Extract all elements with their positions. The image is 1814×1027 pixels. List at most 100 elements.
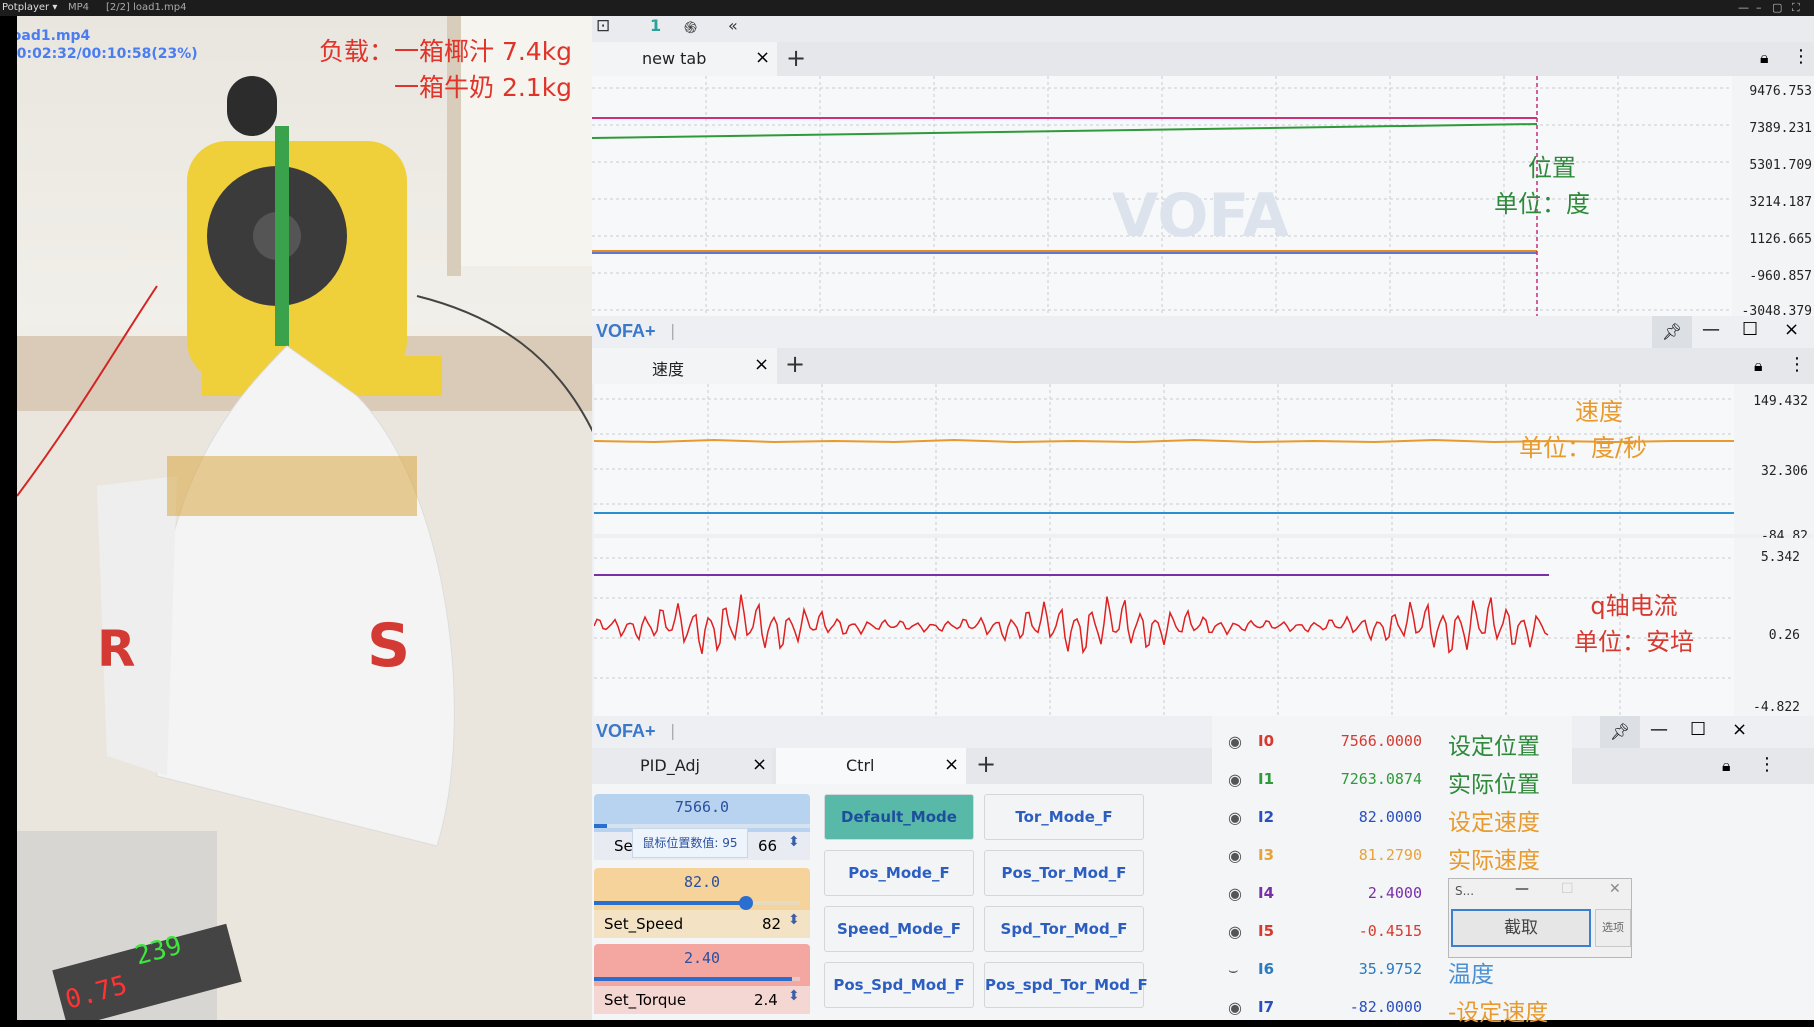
close-tab-icon[interactable]: ×	[755, 47, 770, 68]
lock-icon[interactable]: 🔒︎	[1722, 756, 1731, 776]
player-minimize-button[interactable]: –	[1756, 0, 1762, 16]
tab-speed[interactable]: 速度 ×	[592, 348, 777, 384]
current-annotation-unit: 单位：安培	[1574, 628, 1694, 656]
player-fullscreen-button[interactable]: ⛶	[1792, 0, 1800, 16]
speed-annotation-title: 速度	[1575, 398, 1623, 426]
eye-icon[interactable]: ◉	[1228, 732, 1242, 751]
player-menu[interactable]: Potplayer ▾	[2, 0, 57, 16]
spin-arrows-icon[interactable]: ⬍	[788, 834, 800, 850]
channel-annotation: 温度	[1448, 962, 1494, 988]
channel-value: -82.0000	[1349, 998, 1422, 1016]
eye-icon[interactable]: ◉	[1228, 998, 1242, 1017]
channel-list: ◉ I0 7566.0000 设定位置 ◉ I1 7263.0874 实际位置 ◉ I2 82.00…	[1212, 716, 1578, 1026]
eye-icon[interactable]: ◉	[1228, 846, 1242, 865]
pin-icon[interactable]: 📌︎	[1652, 316, 1692, 348]
default-mode-button[interactable]: Default_Mode	[824, 794, 974, 840]
maximize-button[interactable]: ☐	[1690, 719, 1706, 740]
spinbox[interactable]: 82	[762, 915, 781, 933]
more-icon[interactable]: ⋮	[1792, 46, 1810, 67]
spinbox[interactable]: 2.4	[754, 991, 778, 1009]
channel-1-icon[interactable]: 1	[650, 16, 661, 35]
video-frame[interactable]: S R load1.mp4 00:02:32/00:10:58(23%) 负载：…	[17, 16, 595, 1020]
slider-track[interactable]	[594, 901, 800, 905]
channel-row[interactable]: ◉ I3 81.2790 实际速度	[1212, 840, 1572, 874]
position-plot[interactable]: VOFA 位置 单位：度	[592, 76, 1732, 316]
pos-mode-button[interactable]: Pos_Mode_F	[824, 850, 974, 896]
channel-row[interactable]: ◉ I7 -82.0000 -设定速度	[1212, 992, 1572, 1026]
add-tab-icon[interactable]: +	[786, 44, 806, 72]
speed-plot[interactable]: 速度 单位：度/秒	[594, 384, 1734, 534]
position-pane: ⊡ 1 ֍ « new tab × + 🔒︎ ⋮ VOFA 位置 单位：度 94…	[592, 16, 1814, 319]
slider-label: Se	[614, 837, 633, 855]
close-button[interactable]: ×	[1784, 319, 1799, 340]
pos-spd-mode-button[interactable]: Pos_Spd_Mod_F	[824, 962, 974, 1008]
spd-tor-mode-button[interactable]: Spd_Tor_Mod_F	[984, 906, 1144, 952]
svg-text:R: R	[97, 620, 136, 678]
slider-footer: Set_Speed 82 ⬍	[594, 910, 810, 938]
close-tab-icon[interactable]: ×	[752, 754, 767, 775]
channel-value: 82.0000	[1358, 808, 1422, 826]
options-button[interactable]: 选项	[1595, 909, 1631, 947]
actual-position-line	[592, 123, 1538, 139]
minimize-button[interactable]: —	[1702, 319, 1720, 340]
lock-icon[interactable]: 🔒︎	[1760, 48, 1769, 68]
lock-icon[interactable]: 🔒︎	[1754, 356, 1763, 376]
current-plot[interactable]: q轴电流 单位：安培	[594, 538, 1734, 716]
maximize-button[interactable]: ☐	[1742, 319, 1758, 340]
channel-row[interactable]: ◉ I1 7263.0874 实际位置	[1212, 764, 1572, 798]
pos-tor-mode-button[interactable]: Pos_Tor_Mod_F	[984, 850, 1144, 896]
add-tab-icon[interactable]: +	[976, 750, 996, 778]
slider-set-speed[interactable]: 82.0 Set_Speed 82 ⬍	[594, 868, 810, 938]
close-tab-icon[interactable]: ×	[754, 354, 769, 375]
pane-title-bar: VOFA+ | 📌︎ — ☐ ×	[592, 316, 1814, 348]
title-separator: |	[670, 321, 676, 340]
tab-pid-adj[interactable]: PID_Adj ×	[592, 748, 772, 784]
spinbox[interactable]: 66	[758, 837, 777, 855]
minimize-button[interactable]: —	[1650, 719, 1668, 740]
eye-icon[interactable]: ◉	[1228, 922, 1242, 941]
slider-set-torque[interactable]: 2.40 Set_Torque 2.4 ⬍	[594, 944, 810, 1014]
tab-ctrl[interactable]: Ctrl ×	[776, 748, 966, 784]
channel-value: 7263.0874	[1340, 770, 1422, 788]
snip-maximize-button[interactable]: ☐	[1561, 881, 1574, 897]
vofa-watermark: VOFA	[1112, 181, 1289, 251]
control-pane: VOFA+ | PID_Adj × Ctrl × + 7566.0 Se 鼠标位…	[592, 716, 1814, 1026]
eye-icon[interactable]: ◉	[1228, 808, 1242, 827]
snip-close-button[interactable]: ✕	[1609, 881, 1621, 897]
spin-arrows-icon[interactable]: ⬍	[788, 988, 800, 1004]
more-icon[interactable]: ⋮	[1788, 354, 1806, 375]
slider-track[interactable]	[594, 977, 800, 981]
tab-new-tab[interactable]: new tab ×	[592, 42, 777, 76]
slider-knob[interactable]	[739, 896, 754, 910]
channel-annotation: -设定速度	[1448, 1000, 1549, 1026]
add-tab-icon[interactable]: +	[785, 350, 805, 378]
svg-text:S: S	[367, 611, 410, 681]
pos-spd-tor-mode-button[interactable]: Pos_spd_Tor_Mod_F	[984, 962, 1148, 1008]
channel-row[interactable]: ◉ I0 7566.0000 设定位置	[1212, 726, 1572, 760]
player-maximize-button[interactable]: ▢	[1772, 0, 1782, 16]
channel-row[interactable]: ◉ I2 82.0000 设定速度	[1212, 802, 1572, 836]
pin-icon[interactable]: 📌︎	[1600, 716, 1640, 748]
load-caption-2: 一箱牛奶 2.1kg	[394, 73, 573, 102]
eye-icon[interactable]: ◉	[1228, 884, 1242, 903]
eye-icon[interactable]: ◉	[1228, 770, 1242, 789]
channel-row[interactable]: ⌣ I6 35.9752 温度	[1212, 954, 1572, 988]
tab-strip: 速度 × + 🔒︎ ⋮	[592, 348, 1814, 384]
tor-mode-button[interactable]: Tor_Mode_F	[984, 794, 1144, 840]
more-icon[interactable]: ⋮	[1758, 754, 1776, 775]
eye-hidden-icon[interactable]: ⌣	[1228, 960, 1239, 980]
capture-button[interactable]: 截取	[1451, 909, 1591, 947]
slider-set-position[interactable]: 7566.0 Se 鼠标位置数值: 95 66 ⬍	[594, 794, 810, 860]
player-format: MP4	[68, 2, 90, 13]
close-button[interactable]: ×	[1732, 719, 1747, 740]
close-tab-icon[interactable]: ×	[944, 754, 959, 775]
spin-arrows-icon[interactable]: ⬍	[788, 912, 800, 928]
app-title: VOFA+	[596, 721, 656, 741]
speed-mode-button[interactable]: Speed_Mode_F	[824, 906, 974, 952]
slider-value: 2.40	[683, 949, 721, 967]
collapse-icon[interactable]: «	[728, 16, 738, 35]
snip-minimize-button[interactable]: —	[1515, 881, 1529, 897]
screenshot-icon[interactable]: ⊡	[596, 16, 610, 36]
player-ontop-button[interactable]: —	[1738, 0, 1749, 16]
fingerprint-icon[interactable]: ֍	[684, 16, 697, 38]
